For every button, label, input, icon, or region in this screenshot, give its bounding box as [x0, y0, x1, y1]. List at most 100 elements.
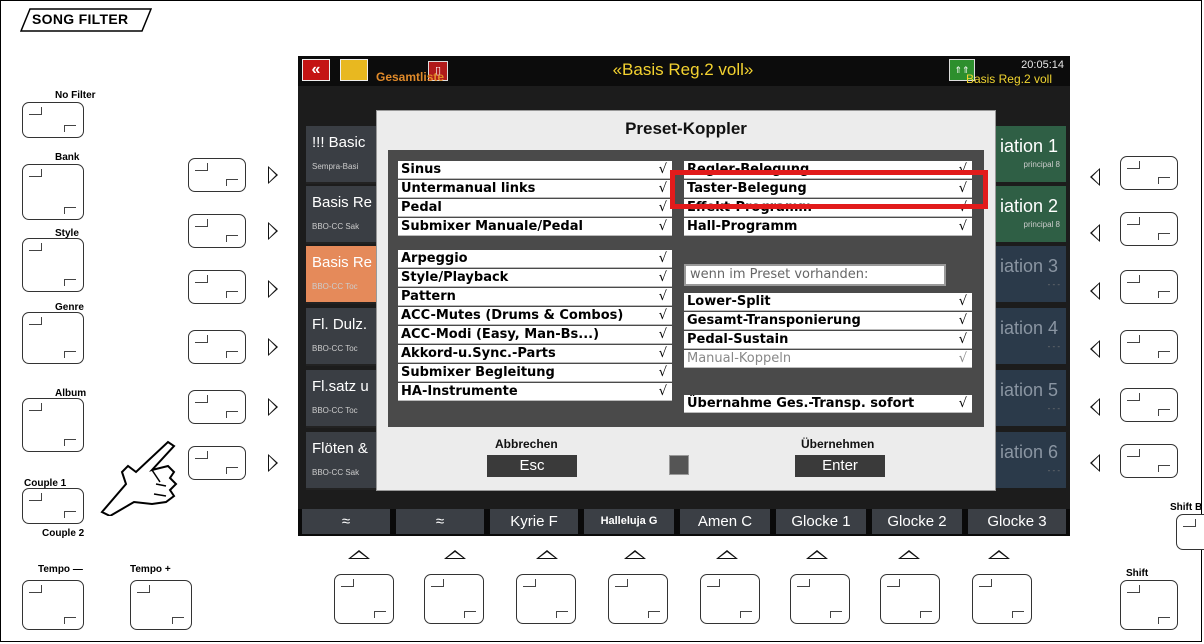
- option-pattern[interactable]: Pattern √: [398, 288, 672, 306]
- arrow-left-icon: [1090, 340, 1100, 358]
- screen-right-button-6[interactable]: [1120, 444, 1178, 478]
- gesamtliste-label: Gesamtliste: [376, 70, 445, 84]
- variation-tile[interactable]: iation 4 - - -: [988, 308, 1066, 364]
- option-pedal-sustain[interactable]: Pedal-Sustain √: [684, 331, 972, 349]
- preset-tile[interactable]: !!! Basic Sempra-Basi: [306, 126, 386, 184]
- preset-tile[interactable]: Fl.satz u BBO-CC Toc: [306, 370, 386, 428]
- tempo-plus-button[interactable]: [130, 580, 192, 630]
- variation-tile[interactable]: iation 3 - - -: [988, 246, 1066, 302]
- screen-right-button-1[interactable]: [1120, 156, 1178, 190]
- menu-icon[interactable]: [340, 59, 368, 81]
- genre-button[interactable]: [22, 312, 84, 364]
- screen-left-button-2[interactable]: [188, 214, 246, 248]
- check-icon: √: [658, 219, 667, 234]
- back-icon[interactable]: «: [302, 59, 330, 81]
- album-button[interactable]: [22, 398, 84, 452]
- variation-tile[interactable]: iation 2 principal 8: [988, 186, 1066, 242]
- screen-right-button-2[interactable]: [1120, 212, 1178, 246]
- softkey[interactable]: Halleluja G: [584, 509, 674, 534]
- option-ha-instrumente[interactable]: HA-Instrumente √: [398, 383, 672, 401]
- page: SONG FILTER No Filter Bank Style Genre A…: [0, 0, 1204, 644]
- preset-sub: Sempra-Basi: [312, 162, 359, 171]
- screen-title: «Basis Reg.2 voll»: [612, 60, 754, 79]
- bottom-button-8[interactable]: [972, 574, 1032, 624]
- screen-right-button-3[interactable]: [1120, 270, 1178, 304]
- option-submixer-begleitung[interactable]: Submixer Begleitung √: [398, 364, 672, 382]
- screen-left-button-4[interactable]: [188, 330, 246, 364]
- option-sinus[interactable]: Sinus √: [398, 161, 672, 179]
- softkey[interactable]: Kyrie F: [490, 509, 578, 534]
- option-lower-split[interactable]: Lower-Split √: [684, 293, 972, 311]
- screen-right-button-5[interactable]: [1120, 388, 1178, 422]
- screen-right-button-4[interactable]: [1120, 330, 1178, 364]
- option-untermanual[interactable]: Untermanual links √: [398, 180, 672, 198]
- tempo-minus-button[interactable]: [22, 580, 84, 630]
- no-filter-label: No Filter: [55, 90, 96, 101]
- preset-tile[interactable]: Fl. Dulz. BBO-CC Toc: [306, 308, 386, 366]
- preset-name: Fl.satz u: [312, 378, 369, 395]
- option-gesamt-transponierung[interactable]: Gesamt-Transponierung √: [684, 312, 972, 330]
- variation-sub: principal 8: [1023, 160, 1060, 169]
- preset-tile-selected[interactable]: Basis Re BBO-CC Toc: [306, 246, 386, 304]
- preset-koppler-dialog: Preset-Koppler Sinus √ Untermanual links √…: [376, 110, 996, 491]
- option-style-playback[interactable]: Style/Playback √: [398, 269, 672, 287]
- softkey[interactable]: Glocke 2: [872, 509, 962, 534]
- couple-button[interactable]: [22, 488, 84, 524]
- bottom-button-5[interactable]: [700, 574, 760, 624]
- shift-button[interactable]: [1120, 580, 1178, 630]
- bottom-button-4[interactable]: [608, 574, 668, 624]
- variation-tile[interactable]: iation 1 principal 8: [988, 126, 1066, 182]
- preset-name: !!! Basic: [312, 134, 366, 151]
- bottom-button-6[interactable]: [790, 574, 850, 624]
- softkey[interactable]: Glocke 1: [776, 509, 866, 534]
- bottom-button-3[interactable]: [516, 574, 576, 624]
- shift-b-label: Shift B: [1170, 502, 1203, 513]
- option-pedal[interactable]: Pedal √: [398, 199, 672, 217]
- screen-left-button-3[interactable]: [188, 270, 246, 304]
- option-uebernahme-sofort[interactable]: Übernahme Ges.-Transp. sofort √: [684, 395, 972, 413]
- option-akkord-sync[interactable]: Akkord-u.Sync.-Parts √: [398, 345, 672, 363]
- arrow-up-icon: [624, 550, 646, 559]
- screen-left-button-5[interactable]: [188, 390, 246, 424]
- preset-tile[interactable]: Basis Re BBO-CC Sak: [306, 186, 386, 244]
- screen-left-button-6[interactable]: [188, 446, 246, 480]
- bottom-button-7[interactable]: [880, 574, 940, 624]
- variation-name: iation 1: [999, 136, 1058, 156]
- clock: 20:05:14: [1021, 59, 1064, 71]
- enter-button[interactable]: Enter: [795, 455, 885, 477]
- check-icon: √: [658, 251, 667, 266]
- tempo-plus-label: Tempo +: [130, 564, 171, 575]
- arrow-up-icon: [536, 550, 558, 559]
- screen-left-button-1[interactable]: [188, 158, 246, 192]
- bottom-button-1[interactable]: [334, 574, 394, 624]
- no-filter-button[interactable]: [22, 102, 84, 138]
- option-acc-mutes[interactable]: ACC-Mutes (Drums & Combos) √: [398, 307, 672, 325]
- arrow-up-icon: [444, 550, 466, 559]
- option-submixer-manuale[interactable]: Submixer Manuale/Pedal √: [398, 218, 672, 236]
- check-icon: √: [658, 181, 667, 196]
- softkey[interactable]: Glocke 3: [968, 509, 1066, 534]
- variation-name: iation 6: [999, 442, 1058, 462]
- scroll-up-softkey[interactable]: ≈: [302, 509, 390, 534]
- preset-tile[interactable]: Flöten & BBO-CC Sak: [306, 432, 386, 490]
- style-button[interactable]: [22, 238, 84, 292]
- check-icon: √: [958, 332, 967, 347]
- scroll-down-softkey[interactable]: ≈: [396, 509, 484, 534]
- softkey[interactable]: Amen C: [680, 509, 770, 534]
- variation-tile[interactable]: iation 5 - - -: [988, 370, 1066, 426]
- preset-name: Flöten &: [312, 440, 368, 457]
- option-hall-programm[interactable]: Hall-Programm √: [684, 218, 972, 236]
- keyboard-icon[interactable]: [669, 455, 689, 475]
- bottom-button-2[interactable]: [424, 574, 484, 624]
- variation-sub: principal 8: [1023, 220, 1060, 229]
- option-acc-modi[interactable]: ACC-Modi (Easy, Man-Bs...) √: [398, 326, 672, 344]
- preset-sub: BBO-CC Toc: [312, 406, 358, 415]
- cancel-button[interactable]: Esc: [487, 455, 577, 477]
- arrow-left-icon: [1090, 168, 1100, 186]
- check-icon: √: [958, 396, 967, 411]
- bank-button[interactable]: [22, 164, 84, 220]
- couple2-label: Couple 2: [42, 528, 85, 539]
- shift-b-button[interactable]: [1176, 514, 1204, 550]
- variation-tile[interactable]: iation 6 - - -: [988, 432, 1066, 488]
- option-arpeggio[interactable]: Arpeggio √: [398, 250, 672, 268]
